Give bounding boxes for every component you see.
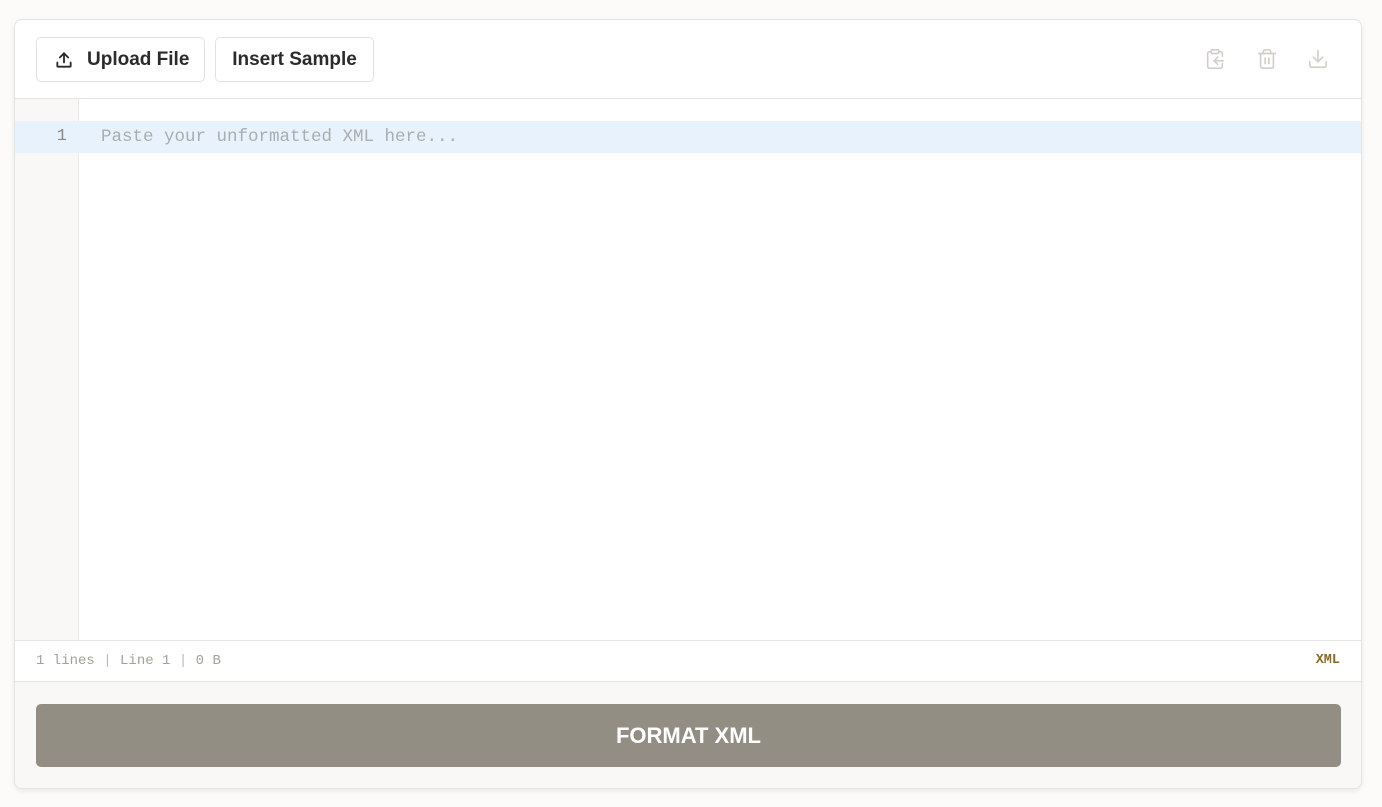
editor-toolbar: Upload File Insert Sample bbox=[15, 20, 1361, 99]
status-info: 1 lines | Line 1 | 0 B bbox=[36, 641, 221, 681]
line-number: 1 bbox=[56, 127, 67, 146]
line-number-gutter bbox=[15, 99, 79, 640]
line-count: 1 lines bbox=[36, 653, 95, 669]
language-label: XML bbox=[1315, 653, 1340, 668]
action-footer: FORMAT XML bbox=[15, 682, 1361, 788]
upload-icon bbox=[56, 51, 72, 68]
status-bar: 1 lines | Line 1 | 0 B XML bbox=[15, 640, 1361, 682]
trash-icon[interactable] bbox=[1256, 48, 1278, 70]
format-xml-button[interactable]: FORMAT XML bbox=[36, 704, 1341, 767]
upload-file-button[interactable]: Upload File bbox=[36, 37, 205, 82]
upload-file-label: Upload File bbox=[87, 48, 190, 70]
status-separator: | bbox=[178, 653, 188, 669]
xml-formatter-card: Upload File Insert Sample 1 Paste your u… bbox=[14, 19, 1362, 789]
cursor-position: Line 1 bbox=[120, 653, 171, 669]
download-icon[interactable] bbox=[1307, 48, 1329, 70]
insert-sample-label: Insert Sample bbox=[232, 48, 357, 70]
xml-input-placeholder[interactable]: Paste your unformatted XML here... bbox=[101, 121, 458, 153]
status-separator: | bbox=[103, 653, 112, 669]
insert-sample-button[interactable]: Insert Sample bbox=[215, 37, 374, 82]
format-xml-label: FORMAT XML bbox=[615, 722, 761, 748]
file-size: 0 B bbox=[195, 653, 221, 669]
paste-icon[interactable] bbox=[1204, 48, 1226, 70]
code-editor[interactable]: 1 Paste your unformatted XML here... bbox=[15, 99, 1361, 640]
